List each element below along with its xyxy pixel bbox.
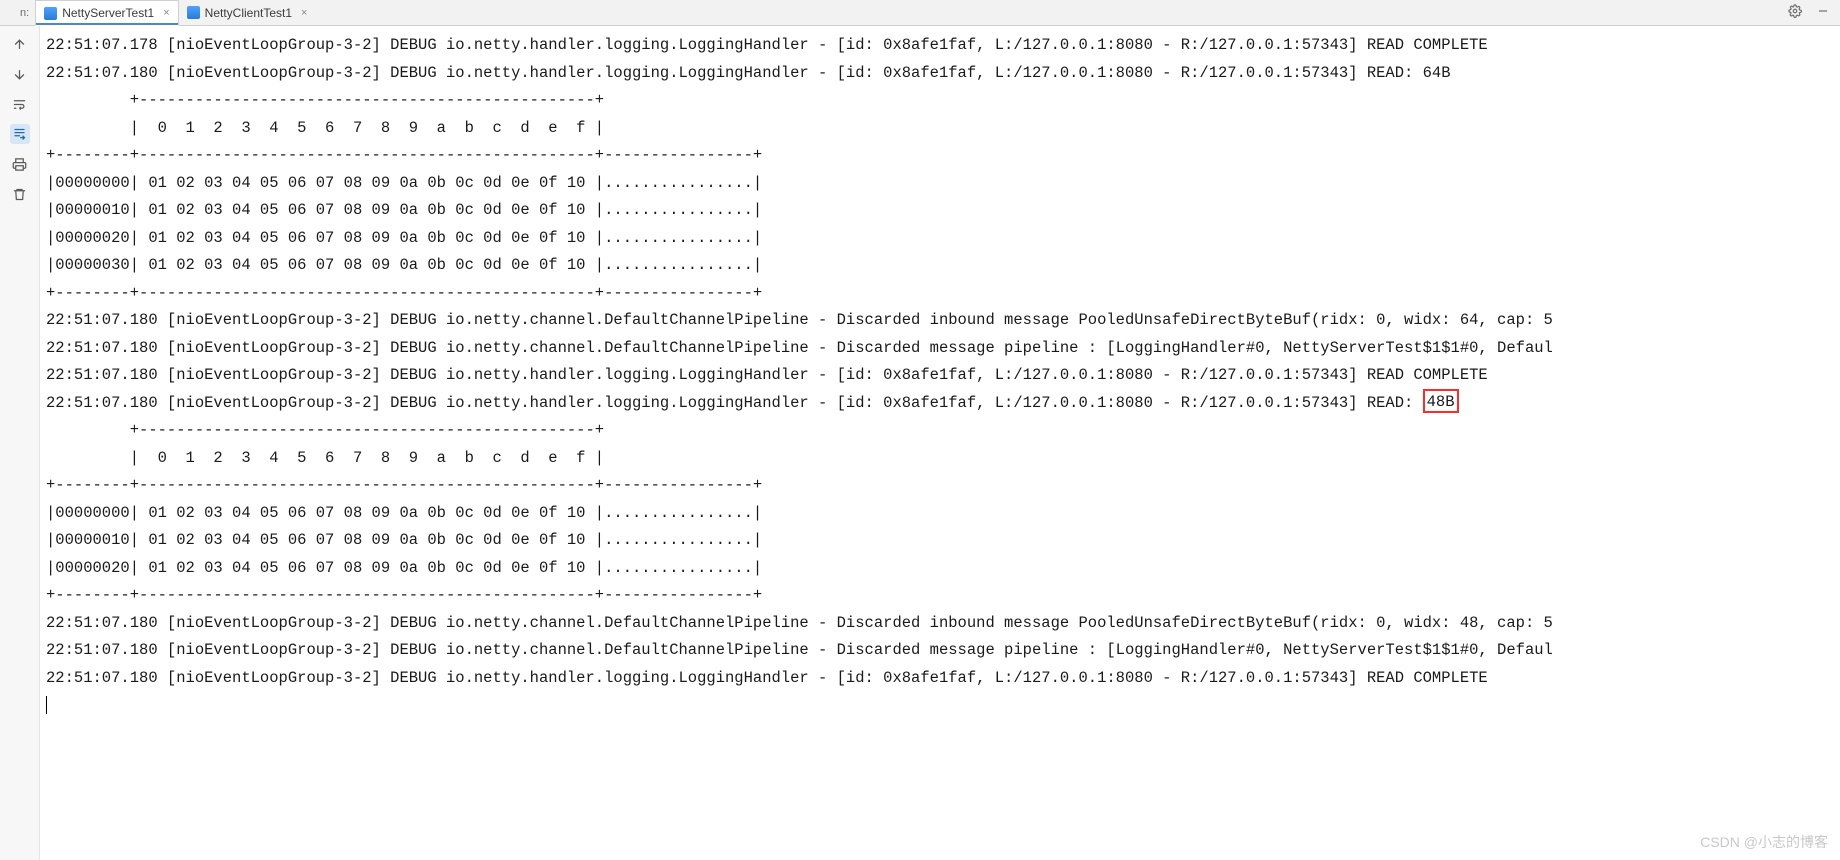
tab-label: NettyServerTest1 [62, 6, 154, 20]
run-config-icon [187, 6, 200, 19]
log-line: 22:51:07.180 [nioEventLoopGroup-3-2] DEB… [46, 60, 1832, 88]
tabs-prefix: n: [20, 0, 35, 25]
log-line [46, 692, 1832, 720]
close-icon[interactable]: × [163, 7, 169, 19]
tab-netty-server[interactable]: NettyServerTest1 × [35, 0, 178, 26]
console-gutter [0, 26, 40, 860]
console-output[interactable]: 22:51:07.178 [nioEventLoopGroup-3-2] DEB… [40, 26, 1840, 860]
arrow-up-icon[interactable] [10, 34, 30, 54]
gear-icon[interactable] [1788, 4, 1802, 21]
log-line: |00000030| 01 02 03 04 05 06 07 08 09 0a… [46, 252, 1832, 280]
tab-netty-client[interactable]: NettyClientTest1 × [179, 0, 316, 25]
log-line: +---------------------------------------… [46, 417, 1832, 445]
log-line: +--------+------------------------------… [46, 280, 1832, 308]
caret-icon [46, 696, 47, 714]
log-line: |00000020| 01 02 03 04 05 06 07 08 09 0a… [46, 555, 1832, 583]
minimize-icon[interactable] [1816, 4, 1830, 21]
log-line: | 0 1 2 3 4 5 6 7 8 9 a b c d e f | [46, 115, 1832, 143]
arrow-down-icon[interactable] [10, 64, 30, 84]
log-line: |00000010| 01 02 03 04 05 06 07 08 09 0a… [46, 527, 1832, 555]
log-line: 22:51:07.180 [nioEventLoopGroup-3-2] DEB… [46, 637, 1832, 665]
trash-icon[interactable] [10, 184, 30, 204]
titlebar-right [1788, 0, 1840, 25]
log-line: 22:51:07.180 [nioEventLoopGroup-3-2] DEB… [46, 307, 1832, 335]
log-line: |00000010| 01 02 03 04 05 06 07 08 09 0a… [46, 197, 1832, 225]
log-line: |00000000| 01 02 03 04 05 06 07 08 09 0a… [46, 170, 1832, 198]
log-line: 22:51:07.180 [nioEventLoopGroup-3-2] DEB… [46, 610, 1832, 638]
soft-wrap-icon[interactable] [10, 94, 30, 114]
scroll-end-icon[interactable] [10, 124, 30, 144]
log-line: 22:51:07.178 [nioEventLoopGroup-3-2] DEB… [46, 32, 1832, 60]
log-line: +---------------------------------------… [46, 87, 1832, 115]
log-line: |00000000| 01 02 03 04 05 06 07 08 09 0a… [46, 500, 1832, 528]
print-icon[interactable] [10, 154, 30, 174]
log-line: +--------+------------------------------… [46, 142, 1832, 170]
log-line: +--------+------------------------------… [46, 582, 1832, 610]
tab-label: NettyClientTest1 [205, 6, 292, 20]
close-icon[interactable]: × [301, 7, 307, 19]
log-line: |00000020| 01 02 03 04 05 06 07 08 09 0a… [46, 225, 1832, 253]
highlight-read-size: 48B [1423, 389, 1459, 413]
log-line: +--------+------------------------------… [46, 472, 1832, 500]
run-tabs-bar: n: NettyServerTest1 × NettyClientTest1 × [0, 0, 1840, 26]
log-line: 22:51:07.180 [nioEventLoopGroup-3-2] DEB… [46, 335, 1832, 363]
log-line: 22:51:07.180 [nioEventLoopGroup-3-2] DEB… [46, 362, 1832, 390]
log-line: 22:51:07.180 [nioEventLoopGroup-3-2] DEB… [46, 390, 1832, 418]
log-line: | 0 1 2 3 4 5 6 7 8 9 a b c d e f | [46, 445, 1832, 473]
run-config-icon [44, 7, 57, 20]
log-line: 22:51:07.180 [nioEventLoopGroup-3-2] DEB… [46, 665, 1832, 693]
